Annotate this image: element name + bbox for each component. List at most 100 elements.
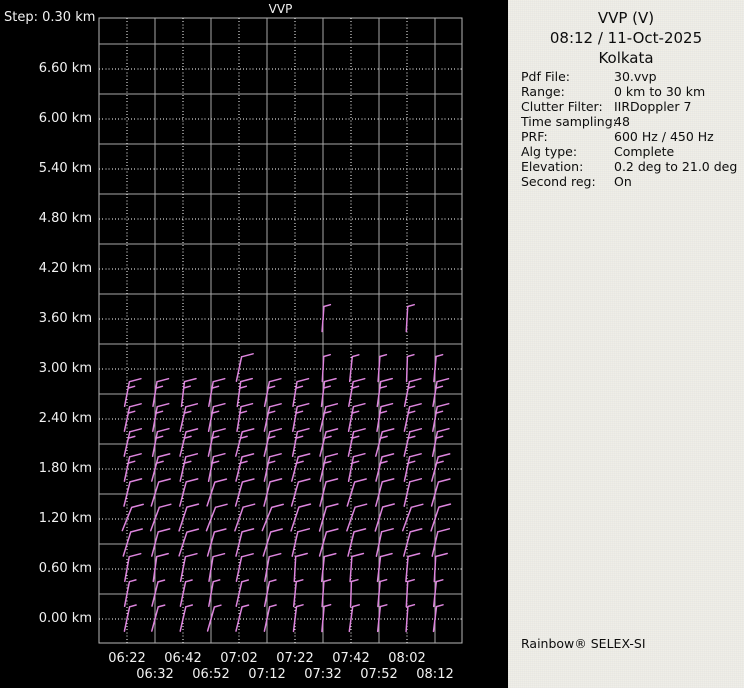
y-tick-label: 6.00 km (38, 111, 92, 126)
wind-barb (433, 552, 448, 583)
wind-barb (320, 552, 337, 583)
vvp-radar-window: VVP Step: 0.30 km 6.60 km 6.00 km 5.40 km 4… (0, 0, 744, 688)
wind-barb (179, 403, 199, 432)
wind-barb (179, 604, 194, 632)
wind-barb (374, 503, 395, 532)
wind-barb (151, 528, 171, 557)
parameter-row: Pdf File: 30.vvp (521, 69, 739, 84)
parameter-label: Time sampling: (521, 114, 617, 129)
y-tick-label: 4.20 km (38, 261, 92, 276)
wind-barb (291, 453, 311, 482)
wind-barb (206, 528, 227, 557)
wind-barb (431, 453, 451, 482)
y-tick-label: 5.40 km (38, 161, 92, 176)
wind-barb (291, 427, 310, 458)
parameter-label: Second reg: (521, 174, 596, 189)
wind-barb (235, 453, 255, 482)
wind-barb (151, 453, 171, 482)
x-tick-label: 07:32 (304, 667, 342, 682)
wind-barb (123, 604, 137, 632)
wind-barb (178, 503, 200, 532)
wind-barb (151, 604, 166, 632)
wind-barb (292, 604, 304, 633)
wind-barb (151, 579, 166, 607)
wind-barb (206, 478, 228, 507)
wind-barb (347, 428, 366, 457)
parameter-row: Clutter Filter: IIRDoppler 7 (521, 99, 739, 114)
site-name: Kolkata (598, 49, 654, 67)
wind-barb (349, 578, 359, 608)
parameter-label: Clutter Filter: (521, 99, 603, 114)
wind-barb (179, 579, 193, 607)
y-tick-label: 0.60 km (38, 561, 92, 576)
wind-barb (405, 603, 416, 633)
x-tick-label: 06:42 (164, 651, 202, 666)
parameter-row: Second reg: On (521, 174, 739, 189)
y-tick-label: 2.40 km (38, 411, 92, 426)
wind-barb (179, 428, 199, 457)
parameter-label: Pdf File: (521, 69, 570, 84)
wind-barb (405, 303, 415, 333)
wind-barb (430, 478, 451, 507)
wind-barb (348, 604, 360, 633)
wind-barb (180, 377, 197, 408)
wind-barb (262, 528, 283, 557)
wind-barb (206, 604, 222, 632)
x-tick-label: 08:12 (416, 667, 454, 682)
brand-label: Rainbow® SELEX-SI (521, 636, 646, 651)
y-tick-label: 6.60 km (38, 61, 92, 76)
parameter-list: Pdf File: 30.vvp Range: 0 km to 30 km Clutte… (521, 69, 739, 189)
wind-barb-layer (121, 303, 452, 633)
wind-barb (208, 579, 221, 608)
parameter-label: PRF: (521, 129, 548, 144)
wind-barb (263, 579, 277, 608)
panel-header: VVP (V) 08:12 / 11-Oct-2025 Kolkata (508, 8, 744, 68)
wind-barb (123, 453, 142, 482)
wind-barb (122, 528, 143, 557)
wind-barb (401, 503, 424, 532)
x-tick-label: 07:02 (220, 651, 258, 666)
wind-barb (403, 428, 423, 457)
parameter-row: Alg type: Complete (521, 144, 739, 159)
wind-barb (178, 528, 200, 557)
parameter-value: IIRDoppler 7 (614, 99, 692, 114)
wind-barb (291, 528, 311, 557)
parameter-label: Range: (521, 84, 565, 99)
y-tick-label: 1.20 km (38, 511, 92, 526)
parameter-value: 30.vvp (614, 69, 657, 84)
info-panel: VVP (V) 08:12 / 11-Oct-2025 Kolkata Pdf … (508, 0, 744, 688)
x-tick-label: 06:32 (136, 667, 174, 682)
wind-barb (234, 478, 255, 507)
wind-barb (261, 503, 284, 532)
wind-barb (263, 604, 277, 632)
parameter-value: On (614, 174, 632, 189)
wind-barb (376, 377, 393, 408)
wind-barb (292, 579, 304, 608)
wind-barb (179, 478, 199, 507)
wind-barb (403, 403, 422, 432)
wind-barb (152, 552, 169, 583)
x-tick-label: 07:12 (248, 667, 286, 682)
x-tick-label: 07:42 (332, 651, 370, 666)
parameter-row: Time sampling: 48 (521, 114, 739, 129)
wind-barb (234, 503, 256, 532)
product-title: VVP (V) (597, 9, 655, 27)
parameter-row: PRF: 600 Hz / 450 Hz (521, 129, 739, 144)
wind-barb (347, 402, 366, 433)
wind-barb (375, 478, 395, 507)
wind-barb (123, 403, 142, 432)
wind-barb (179, 552, 198, 583)
wind-barb (318, 528, 339, 557)
wind-barb (405, 552, 421, 583)
parameter-value: 0 km to 30 km (614, 84, 706, 99)
wind-barb (123, 579, 137, 608)
parameter-label: Elevation: (521, 159, 584, 174)
wind-barb (405, 578, 415, 608)
wind-barb (375, 428, 395, 457)
wind-barb (290, 478, 311, 507)
wind-barb (403, 528, 423, 557)
wind-barb (150, 478, 171, 507)
wind-barb (346, 478, 367, 507)
parameter-value: 0.2 deg to 21.0 deg (614, 159, 738, 174)
wind-barb (236, 402, 254, 433)
